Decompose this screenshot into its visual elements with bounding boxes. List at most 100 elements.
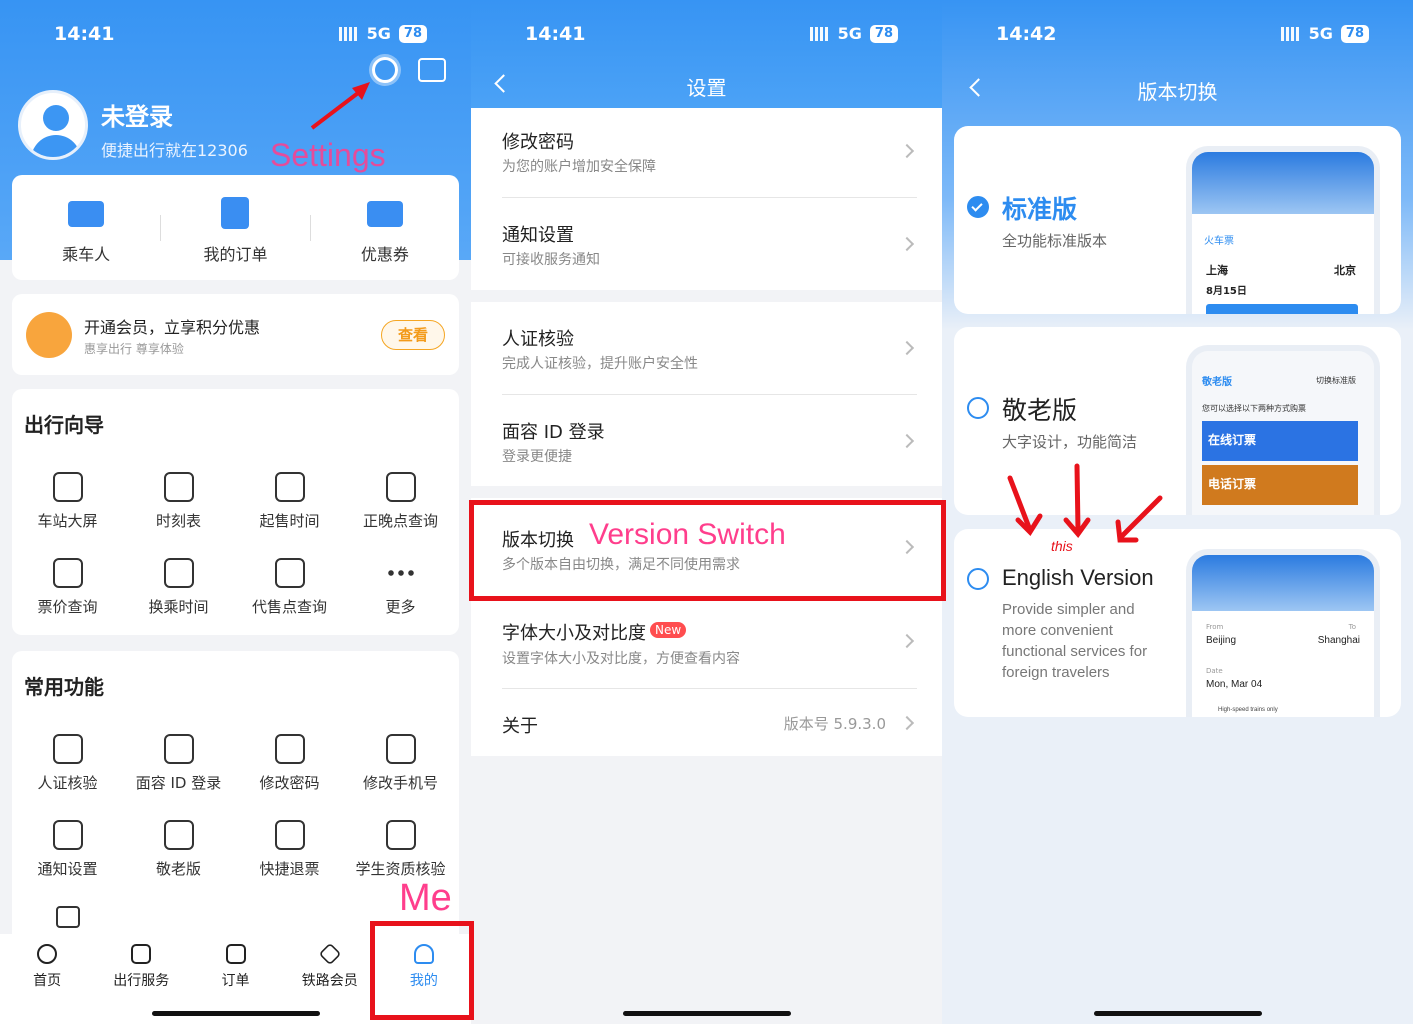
highlight-version-switch-box	[469, 500, 946, 601]
luggage-icon	[131, 944, 152, 964]
highlight-me-tab-box	[370, 921, 474, 1020]
option-standard-desc: 全功能标准版本	[1002, 232, 1108, 250]
guide-item[interactable]: 票价查询	[12, 546, 123, 632]
option-senior[interactable]: 敬老版 大字设计，功能简洁 敬老版 切换标准版 您可以选择以下两种方式购票 在线…	[954, 327, 1401, 515]
row-subtitle: 完成人证核验，提升账户安全性	[502, 356, 698, 372]
common-icon	[385, 820, 416, 850]
guide-item[interactable]: 正晚点查询	[345, 460, 456, 546]
common-label: 人证核验	[37, 774, 98, 792]
preview-from: 上海	[1206, 264, 1228, 277]
guide-icon	[163, 558, 194, 588]
guide-item[interactable]: 车站大屏	[12, 460, 123, 546]
my-orders-button[interactable]: 我的订单	[161, 175, 309, 280]
guide-icon	[274, 558, 305, 588]
travel-guide-grid: 车站大屏 时刻表 起售时间 正晚点查询票价查询 换乘时间 代售点查询 更多	[12, 460, 456, 632]
radio-unchecked-icon[interactable]	[967, 568, 989, 590]
home-indicator	[622, 1011, 791, 1016]
home-indicator	[152, 1011, 320, 1016]
common-label: 学生资质核验	[355, 860, 446, 878]
tab-home[interactable]: 首页	[0, 934, 94, 1024]
tab-travel-service-label: 出行服务	[113, 973, 170, 989]
common-item[interactable]: 通知设置	[12, 808, 123, 894]
battery-icon: 78	[398, 24, 427, 43]
common-item[interactable]: 人证核验	[12, 722, 123, 808]
tab-home-label: 首页	[33, 973, 62, 989]
guide-icon	[163, 472, 194, 502]
row-title: 关于	[502, 716, 538, 737]
membership-banner[interactable]: 开通会员，立享积分优惠 惠享出行 尊享体验 查看	[12, 294, 459, 375]
passenger-card-icon	[68, 201, 105, 227]
guide-label: 票价查询	[37, 598, 98, 616]
status-bar: 14:41 5G 78	[0, 0, 471, 60]
message-icon[interactable]	[418, 58, 446, 82]
preview-date: 8月15日	[1206, 286, 1247, 297]
common-icon	[52, 734, 83, 764]
version-switch-screen: 14:42 5G 78 版本切换 标准版 全功能标准版本 火车票 上海 北京 8月1…	[942, 0, 1413, 1024]
guide-item[interactable]: 换乘时间	[123, 546, 234, 632]
common-item[interactable]: 面容 ID 登录	[123, 722, 234, 808]
chevron-right-icon	[899, 340, 915, 356]
network-label: 5G	[366, 24, 391, 43]
settings-row-identity[interactable]: 人证核验 完成人证核验，提升账户安全性 面容 ID 登录 登录更便捷	[471, 302, 942, 486]
common-item[interactable]: 快捷退票	[234, 808, 345, 894]
passengers-button[interactable]: 乘车人	[12, 175, 160, 280]
guide-item[interactable]: 时刻表	[123, 460, 234, 546]
travel-guide-title: 出行向导	[24, 413, 104, 437]
diamond-outline-icon	[318, 942, 342, 966]
settings-row-change-password[interactable]: 修改密码 为您的账户增加安全保障 通知设置 可接收服务通知	[471, 108, 942, 290]
chevron-right-icon	[899, 236, 915, 252]
preview-phone-btn: 电话订票	[1202, 465, 1358, 505]
preview-from-city: Beijing	[1206, 635, 1237, 646]
preview-from-label: From	[1206, 623, 1224, 631]
common-label: 修改密码	[259, 774, 320, 792]
option-standard-name: 标准版	[1002, 195, 1078, 224]
avatar[interactable]	[18, 90, 88, 160]
common-item[interactable]: 修改手机号	[345, 722, 456, 808]
common-item[interactable]: 敬老版	[123, 808, 234, 894]
row-subtitle: 可接收服务通知	[502, 252, 600, 268]
network-label: 5G	[837, 24, 862, 43]
row-title: 字体大小及对比度	[502, 623, 646, 644]
guide-item[interactable]: 代售点查询	[234, 546, 345, 632]
order-doc-icon	[221, 197, 250, 229]
settings-gear-icon[interactable]	[372, 57, 398, 83]
common-label: 敬老版	[155, 860, 201, 878]
row-title: 人证核验	[502, 329, 574, 350]
row-title: 修改密码	[502, 132, 574, 153]
profile-name[interactable]: 未登录	[101, 97, 173, 132]
home-icon	[37, 944, 58, 964]
more-function-icon[interactable]	[56, 906, 80, 928]
annotation-me: Me	[399, 877, 452, 919]
coupons-button[interactable]: 优惠券	[311, 175, 459, 280]
chevron-right-icon	[899, 143, 915, 159]
guide-label: 车站大屏	[37, 512, 98, 530]
option-standard[interactable]: 标准版 全功能标准版本 火车票 上海 北京 8月15日	[954, 126, 1401, 314]
version-number: 版本号 5.9.3.0	[783, 715, 886, 733]
my-orders-label: 我的订单	[203, 245, 268, 264]
signal-icon	[338, 26, 359, 41]
signal-icon	[809, 26, 830, 41]
membership-subtitle: 惠享出行 尊享体验	[84, 342, 184, 356]
preview-date: Mon, Mar 04	[1206, 679, 1263, 690]
order-icon	[225, 944, 246, 964]
option-english[interactable]: English Version Provide simpler and more…	[954, 529, 1401, 717]
radio-unchecked-icon[interactable]	[967, 397, 989, 419]
common-item[interactable]: 修改密码	[234, 722, 345, 808]
guide-icon	[385, 558, 416, 588]
chevron-right-icon	[899, 715, 915, 731]
divider	[502, 394, 917, 395]
preview-to-city: Shanghai	[1317, 635, 1360, 646]
radio-checked-icon[interactable]	[967, 196, 989, 218]
guide-label: 换乘时间	[148, 598, 209, 616]
common-icon	[163, 734, 194, 764]
battery-icon: 78	[1340, 24, 1369, 43]
guide-item[interactable]: 起售时间	[234, 460, 345, 546]
version-switch-title: 版本切换	[1137, 80, 1218, 104]
status-time: 14:42	[996, 23, 1057, 45]
common-icon	[274, 734, 305, 764]
option-senior-desc: 大字设计，功能简洁	[1002, 433, 1138, 451]
view-button[interactable]: 查看	[381, 320, 445, 350]
guide-item[interactable]: 更多	[345, 546, 456, 632]
status-time: 14:41	[54, 23, 115, 45]
common-label: 修改手机号	[362, 774, 438, 792]
